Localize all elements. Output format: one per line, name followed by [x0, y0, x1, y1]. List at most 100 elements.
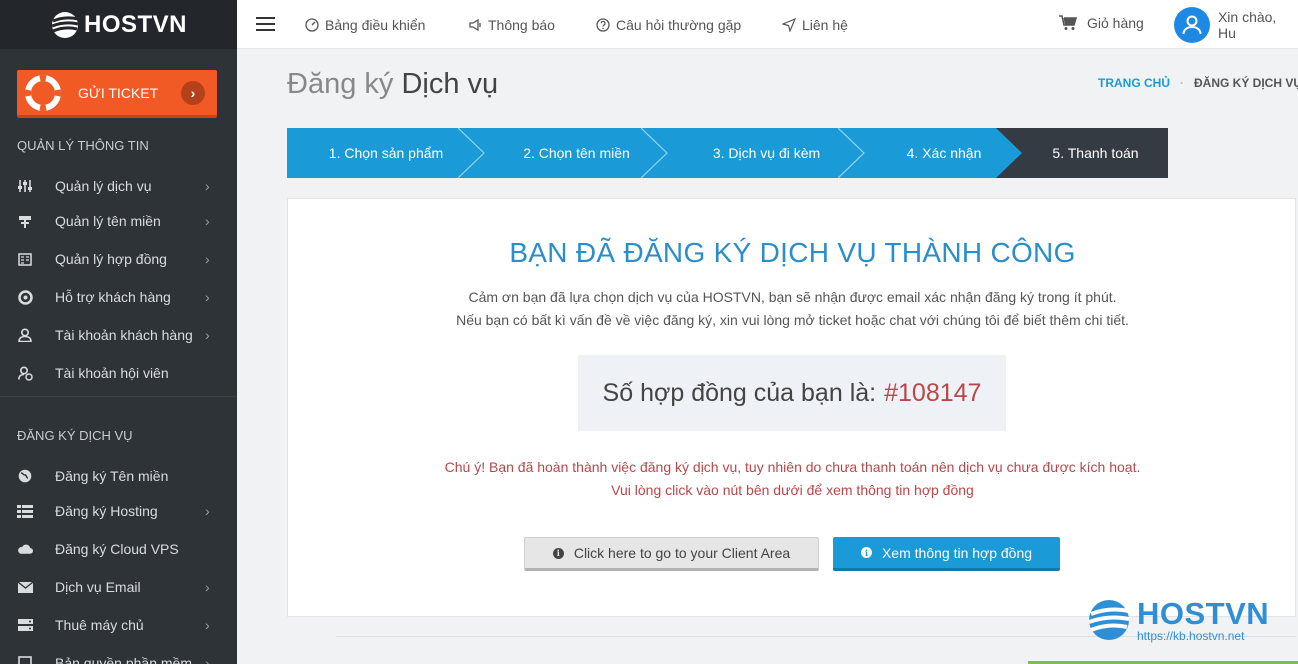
envelope-icon — [17, 579, 33, 595]
step-label: 1. Chọn sản phẩm — [328, 145, 444, 161]
nav-dashboard-label: Bảng điều khiển — [325, 17, 426, 33]
thank-you-message: Cảm ơn bạn đã lựa chọn dịch vụ của HOSTV… — [468, 289, 1117, 305]
breadcrumb: TRANG CHỦ · ĐĂNG KÝ DỊCH VỤ — [1098, 76, 1298, 90]
sidebar: HOSTVN GỬI TICKET › QUẢN LÝ THÔNG TIN Qu… — [0, 0, 237, 664]
menu-register: Đăng ký Tên miền Đăng ký Hosting › Đăng … — [0, 457, 237, 664]
success-title: BẠN ĐÃ ĐĂNG KÝ DỊCH VỤ THÀNH CÔNG — [509, 237, 1076, 268]
sidebar-item-label: Tài khoản khách hàng — [55, 327, 193, 343]
sidebar-item-rent-server[interactable]: Thuê máy chủ › — [0, 606, 237, 644]
question-icon — [596, 18, 610, 32]
chevron-right-icon: › — [205, 251, 210, 267]
page-title-strong: Dịch vụ — [401, 68, 499, 100]
step-divider — [838, 128, 865, 178]
sidebar-item-label: Dịch vụ Email — [55, 579, 141, 595]
sidebar-item-register-domain[interactable]: Đăng ký Tên miền — [0, 457, 237, 495]
sidebar-item-label: Quản lý tên miền — [55, 213, 161, 229]
signpost-icon — [17, 213, 33, 229]
step-label: 4. Xác nhận — [906, 145, 982, 161]
sidebar-item-support[interactable]: Hỗ trợ khách hàng › — [0, 278, 237, 316]
view-contract-button[interactable]: i Xem thông tin hợp đồng — [833, 537, 1060, 571]
chevron-right-icon: › — [205, 327, 210, 343]
sidebar-item-contracts[interactable]: Quản lý hợp đồng › — [0, 240, 237, 278]
hostvn-watermark: HOSTVN https://kb.hostvn.net — [1087, 598, 1269, 642]
software-icon — [17, 655, 33, 664]
nav-faq[interactable]: Câu hỏi thường gặp — [596, 17, 741, 33]
topbar: Bảng điều khiển Thông báo Câu hỏi thường… — [237, 0, 1298, 49]
sidebar-item-label: Quản lý dịch vụ — [55, 178, 152, 194]
step-divider — [641, 128, 668, 178]
lifebuoy-icon — [17, 289, 33, 305]
contract-number-box: Số hợp đồng của bạn là: #108147 — [578, 355, 1006, 431]
cart-link[interactable]: Giỏ hàng — [1059, 15, 1144, 31]
nav-notifications[interactable]: Thông báo — [468, 17, 555, 33]
info-icon: i — [552, 547, 564, 559]
sidebar-item-customer-account[interactable]: Tài khoản khách hàng › — [0, 316, 237, 354]
sidebar-item-services[interactable]: Quản lý dịch vụ › — [0, 167, 237, 205]
section-heading-info: QUẢN LÝ THÔNG TIN — [17, 138, 149, 153]
megaphone-icon — [469, 18, 481, 32]
sliders-icon — [17, 178, 33, 194]
result-card: BẠN ĐÃ ĐĂNG KÝ DỊCH VỤ THÀNH CÔNG Cảm ơn… — [287, 198, 1296, 617]
step-divider — [996, 128, 1024, 178]
sidebar-item-email-service[interactable]: Dịch vụ Email › — [0, 568, 237, 606]
breadcrumb-home[interactable]: TRANG CHỦ — [1098, 76, 1170, 90]
breadcrumb-current: ĐĂNG KÝ DỊCH VỤ — [1194, 76, 1298, 90]
chevron-right-icon: › — [205, 655, 210, 664]
sidebar-item-label: Hỗ trợ khách hàng — [55, 289, 171, 305]
globe-icon — [17, 468, 33, 484]
send-ticket-button[interactable]: GỬI TICKET › — [17, 70, 217, 115]
hamburger-menu-icon[interactable] — [256, 17, 275, 31]
page-title-light: Đăng ký — [287, 68, 394, 100]
client-area-button[interactable]: i Click here to go to your Client Area — [524, 537, 819, 571]
step-choose-product[interactable]: 1. Chọn sản phẩm — [287, 128, 485, 178]
sidebar-item-label: Đăng ký Tên miền — [55, 468, 169, 484]
sidebar-item-label: Đăng ký Hosting — [55, 503, 158, 519]
sidebar-item-register-cloud-vps[interactable]: Đăng ký Cloud VPS — [0, 530, 237, 568]
user-icon — [17, 327, 33, 343]
page-title: Đăng ký Dịch vụ — [287, 68, 498, 101]
sidebar-item-label: Thuê máy chủ — [55, 617, 144, 633]
chevron-right-icon: › — [205, 213, 210, 229]
server-icon — [17, 617, 33, 633]
cloud-icon — [17, 541, 33, 557]
sidebar-item-label: Quản lý hợp đồng — [55, 251, 167, 267]
cart-icon — [1059, 15, 1077, 30]
watermark-brand: HOSTVN — [1137, 596, 1270, 631]
server-list-icon — [17, 503, 33, 519]
chevron-right-icon: › — [181, 81, 205, 105]
sidebar-item-software-license[interactable]: Bản quyền phần mềm › — [0, 644, 237, 664]
nav-dashboard[interactable]: Bảng điều khiển — [305, 17, 425, 33]
sidebar-item-domains[interactable]: Quản lý tên miền › — [0, 202, 237, 240]
section-heading-register: ĐĂNG KÝ DỊCH VỤ — [17, 428, 133, 443]
user-greeting: Xin chào, Hu — [1217, 9, 1277, 41]
step-divider — [458, 128, 485, 178]
step-choose-domain[interactable]: 2. Chọn tên miền — [485, 128, 668, 178]
order-steps: 1. Chọn sản phẩm 2. Chọn tên miền 3. Dịc… — [287, 128, 1168, 178]
send-icon — [782, 18, 796, 32]
nav-notifications-label: Thông báo — [488, 17, 555, 33]
nav-contact[interactable]: Liên hệ — [782, 17, 848, 33]
dashboard-icon — [305, 18, 319, 32]
chevron-right-icon: › — [205, 579, 210, 595]
chevron-right-icon: › — [205, 178, 210, 194]
nav-faq-label: Câu hỏi thường gặp — [616, 17, 742, 33]
sidebar-item-member-account[interactable]: Tài khoản hội viên — [0, 354, 237, 392]
chevron-right-icon: › — [205, 503, 210, 519]
contract-instruction: Vui lòng click vào nút bên dưới để xem t… — [611, 482, 974, 498]
avatar — [1174, 7, 1210, 43]
hostvn-logo-icon — [51, 11, 79, 38]
menu-info: Quản lý dịch vụ › Quản lý tên miền › Quả… — [0, 167, 237, 392]
chevron-right-icon: › — [205, 289, 210, 305]
step-payment[interactable]: 5. Thanh toán — [1023, 128, 1168, 178]
user-icon — [1182, 15, 1202, 35]
sidebar-item-register-hosting[interactable]: Đăng ký Hosting › — [0, 492, 237, 530]
contract-icon — [17, 251, 33, 267]
sidebar-item-label: Đăng ký Cloud VPS — [55, 541, 179, 557]
chevron-right-icon: › — [205, 617, 210, 633]
payment-warning: Chú ý! Bạn đã hoàn thành việc đăng ký dị… — [444, 459, 1141, 475]
step-label: 5. Thanh toán — [1052, 145, 1139, 161]
hostvn-logo[interactable]: HOSTVN — [50, 10, 187, 40]
user-menu[interactable]: Xin chào, Hu — [1174, 7, 1298, 43]
step-addon-services[interactable]: 3. Dịch vụ đi kèm — [668, 128, 865, 178]
step-confirm[interactable]: 4. Xác nhận — [865, 128, 1024, 178]
